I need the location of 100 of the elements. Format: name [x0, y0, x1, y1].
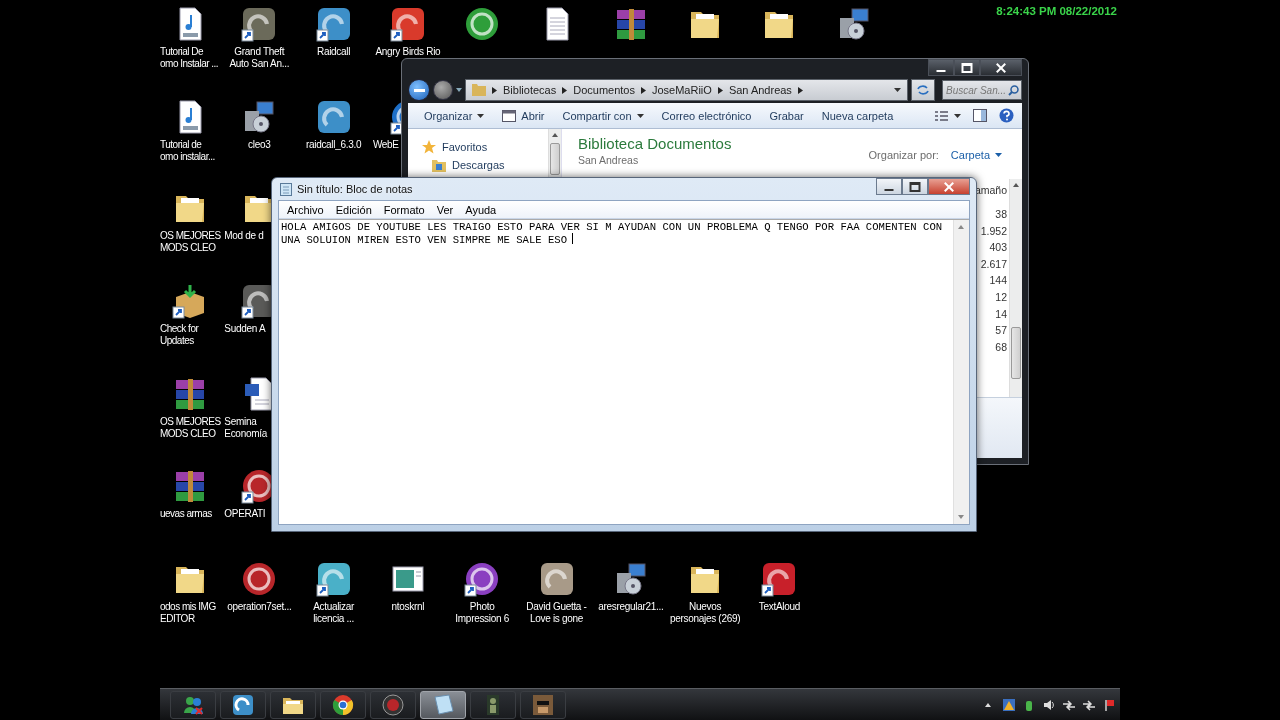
icon-label[interactable]: ntoskrnl [391, 601, 425, 613]
close-button[interactable] [980, 59, 1022, 76]
file-size: 2.617 [980, 256, 1007, 272]
icon-label[interactable]: Angry Birds Rio [375, 46, 441, 58]
app-tile-icon[interactable] [315, 99, 352, 135]
notepad-icon [280, 182, 292, 196]
refresh-button[interactable] [911, 79, 935, 101]
icon-label[interactable]: Photo Impression 6 [455, 601, 509, 625]
network-icon[interactable] [1062, 697, 1076, 712]
taskbar-button[interactable] [220, 690, 266, 719]
app-tile-icon[interactable] [389, 6, 426, 42]
round-app-icon [381, 692, 405, 717]
icon-label[interactable]: OS MEJORES MODS CLEO [160, 230, 221, 254]
file-size: 68 [995, 339, 1007, 355]
icon-label[interactable]: OPERATI [224, 508, 266, 520]
view-options-button[interactable] [935, 109, 961, 122]
address-bar[interactable]: Bibliotecas Documentos JoseMaRiiO San Andreas [465, 79, 908, 101]
toolbar-button[interactable]: Compartir con [554, 106, 652, 125]
menu-item[interactable]: Archivo [281, 203, 330, 216]
breadcrumb[interactable]: San Andreas [728, 84, 792, 96]
flag-icon[interactable] [1102, 697, 1116, 712]
character-icon [531, 692, 555, 717]
scrollbar[interactable] [953, 220, 969, 524]
file-size: 12 [995, 289, 1007, 305]
maximize-button[interactable] [954, 59, 980, 76]
icon-label[interactable]: David Guetta - Love is gone [526, 601, 587, 625]
icon-label[interactable]: Semina Economía [224, 416, 267, 440]
icon-label[interactable]: Tutorial de omo instalar... [160, 139, 215, 163]
toolbar-button[interactable]: Correo electrónico [653, 106, 760, 125]
taskbar-button[interactable] [520, 690, 566, 719]
minimize-button[interactable] [928, 59, 954, 76]
app-tile-icon[interactable] [315, 6, 352, 42]
menu-item[interactable]: Ayuda [459, 203, 503, 216]
library-title: Biblioteca Documentos [578, 135, 732, 152]
toolbar-button[interactable]: Organizar [416, 106, 493, 125]
toolbar-button[interactable]: Grabar [761, 106, 812, 125]
menu-item[interactable]: Edición [329, 203, 378, 216]
icon-label[interactable]: Actualizar licencia ... [313, 601, 355, 625]
menu-item[interactable]: Formato [377, 203, 431, 216]
breadcrumb[interactable]: Documentos [573, 84, 635, 96]
scrollbar[interactable] [548, 129, 561, 177]
icon-label[interactable]: Tutorial De omo Instalar ... [160, 46, 219, 70]
round-app-icon[interactable] [241, 561, 278, 597]
icon-label[interactable]: cleo3 [248, 139, 271, 151]
icon-label[interactable]: OS MEJORES MODS CLEO [160, 416, 221, 440]
taskbar-button[interactable] [470, 690, 516, 719]
file-size: 1.952 [980, 223, 1007, 239]
icon-label[interactable]: Raidcall [317, 46, 351, 58]
maximize-button[interactable] [902, 178, 928, 195]
nav-item[interactable]: Descargas [408, 157, 548, 173]
preview-pane-icon [973, 109, 987, 122]
taskbar-button[interactable] [420, 690, 466, 719]
column-header[interactable]: amaño [974, 184, 1007, 196]
warning-icon[interactable] [1002, 697, 1016, 712]
app-tile-icon[interactable] [241, 283, 272, 319]
scrollbar[interactable] [1009, 179, 1022, 397]
caret-icon [636, 113, 644, 118]
text-area[interactable]: HOLA AMIGOS DE YOUTUBE LES TRAIGO ESTO PARA VER SI M AYUDAN CON UN PROBLEMA Q TENGO POR FAA COMENTEN CON UNA SOLUION MIREN ESTO VEN SIMPRE ME SALE ESO [279, 220, 953, 524]
icon-label[interactable]: TextAloud [758, 601, 800, 613]
forward-button[interactable] [433, 80, 453, 100]
breadcrumb[interactable]: JoseMaRiiO [651, 84, 712, 96]
folder-icon [432, 158, 446, 172]
toolbar-button[interactable]: Nueva carpeta [813, 106, 902, 125]
help-button[interactable] [999, 108, 1014, 123]
preview-pane-button[interactable] [973, 109, 987, 122]
taskbar-button[interactable] [270, 690, 316, 719]
icon-label[interactable]: raidcall_6.3.0 [305, 139, 362, 151]
search-field[interactable]: Buscar San... [942, 80, 1022, 100]
round-app-icon[interactable] [464, 561, 501, 597]
back-button[interactable] [408, 79, 430, 101]
icon-label[interactable]: Sudden A [224, 323, 266, 335]
icon-label[interactable]: Check for Updates [160, 323, 199, 347]
network-icon[interactable] [1082, 697, 1096, 712]
menu-item[interactable]: Ver [430, 203, 460, 216]
icon-label[interactable]: uevas armas [160, 508, 212, 520]
toolbar-button[interactable]: Abrir [494, 106, 553, 125]
taskbar-button[interactable] [320, 690, 366, 719]
app-tile-icon[interactable] [241, 6, 278, 42]
icon-label[interactable]: operation7set... [227, 601, 292, 613]
breadcrumb[interactable]: Bibliotecas [503, 84, 557, 96]
icon-label[interactable]: aresregular21... [598, 601, 664, 613]
caret-icon[interactable] [456, 88, 462, 92]
round-app-icon[interactable] [464, 6, 501, 42]
app-tile-icon[interactable] [315, 561, 352, 597]
icon-label[interactable]: Mod de d [224, 230, 264, 242]
icon-label[interactable]: odos mis IMG EDITOR [160, 601, 216, 625]
caret-icon[interactable] [894, 88, 901, 92]
app-tile-icon [231, 692, 255, 717]
icon-label[interactable]: Nuevos personajes (269) [669, 601, 741, 625]
file-size: 144 [989, 273, 1007, 289]
app-tile-icon[interactable] [538, 561, 575, 597]
nav-item[interactable]: Favoritos [408, 139, 548, 155]
speaker-icon[interactable] [1042, 697, 1056, 712]
minimize-button[interactable] [876, 178, 902, 195]
arrange-dropdown[interactable]: Carpeta [950, 149, 1002, 161]
timestamp: 8:24:43 PM 08/22/2012 [996, 5, 1117, 17]
window-title: Sin título: Bloc de notas [297, 183, 413, 195]
app-tile-icon[interactable] [761, 561, 798, 597]
icon-label[interactable]: WebE [372, 139, 399, 151]
icon-label[interactable]: Grand Theft Auto San An... [229, 46, 290, 70]
